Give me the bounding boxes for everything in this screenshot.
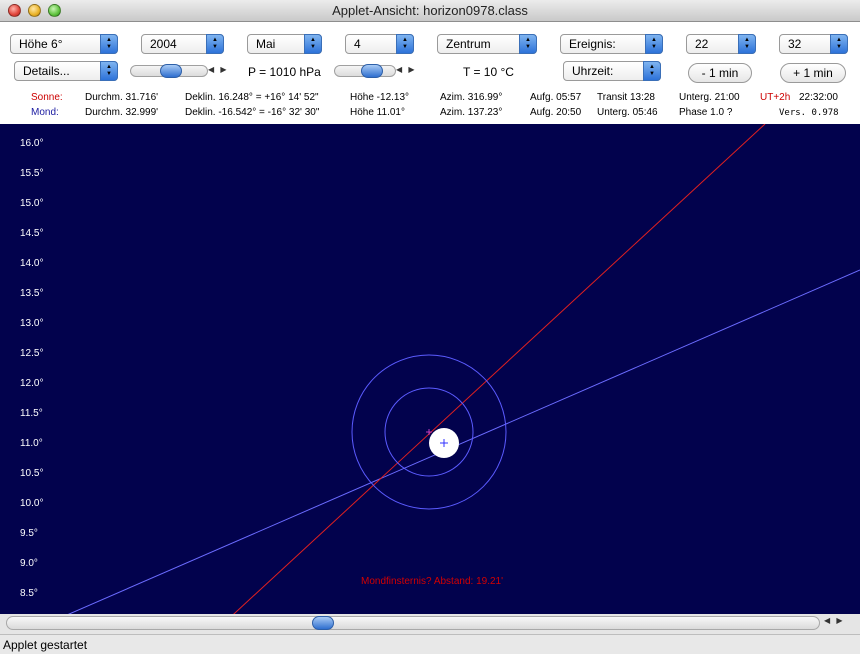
eclipse-message: Mondfinsternis? Abstand: 19.21'	[361, 576, 504, 587]
details-select[interactable]: Details... ▲ ▼	[14, 61, 118, 81]
sun-diameter: Durchm. 31.716'	[85, 92, 159, 103]
status-bar: Applet gestartet	[0, 634, 860, 654]
scrollbar-track[interactable]	[6, 616, 820, 630]
sky-view: 16.0° 15.5° 15.0° 14.5° 14.0° 13.5° 13.0…	[0, 124, 860, 614]
moon-phase: Phase 1.0 ?	[679, 107, 733, 118]
chevron-updown-icon: ▲ ▼	[643, 61, 661, 81]
window-title: Applet-Ansicht: horizon0978.class	[332, 3, 528, 18]
y-axis-label: 13.5°	[20, 288, 44, 299]
y-axis-label: 13.0°	[20, 318, 44, 329]
y-axis-label: 12.0°	[20, 378, 44, 389]
moon-altitude: Höhe 11.01°	[350, 107, 405, 118]
moon-diameter: Durchm. 32.999'	[85, 107, 159, 118]
y-axis-label: 15.5°	[20, 168, 44, 179]
hour-select[interactable]: 22 ▲ ▼	[686, 34, 756, 54]
temperature-slider[interactable]: ◀ ▶	[334, 63, 426, 79]
y-axis-label: 10.5°	[20, 468, 44, 479]
day-select-value: 4	[354, 37, 361, 51]
equator-line	[233, 124, 766, 614]
minute-select[interactable]: 32 ▲ ▼	[779, 34, 848, 54]
moon-label: Mond:	[31, 107, 59, 118]
event-select-value: Ereignis:	[569, 37, 616, 51]
day-select[interactable]: 4 ▲ ▼	[345, 34, 414, 54]
chevron-updown-icon: ▲ ▼	[830, 34, 848, 54]
moon-set: Unterg. 05:46	[597, 107, 658, 118]
y-axis-label: 9.0°	[20, 558, 38, 569]
chevron-updown-icon: ▲ ▼	[100, 34, 118, 54]
y-axis-label: 15.0°	[20, 198, 44, 209]
view-select-value: Zentrum	[446, 37, 491, 51]
scrollbar-thumb[interactable]	[312, 616, 334, 630]
plus-minute-button[interactable]: + 1 min	[780, 63, 846, 83]
y-axis-label: 9.5°	[20, 528, 38, 539]
control-panel: Höhe 6° ▲ ▼ 2004 ▲ ▼ Mai ▲ ▼ 4 ▲ ▼ Zentrum ▲…	[0, 22, 860, 124]
y-axis-label: 10.0°	[20, 498, 44, 509]
chevron-updown-icon: ▲ ▼	[645, 34, 663, 54]
moon-azimuth: Azim. 137.23°	[440, 107, 503, 118]
horizontal-scrollbar[interactable]: ◀ ▶	[0, 614, 860, 634]
timezone-label: UT+2h	[760, 92, 791, 103]
sun-altitude: Höhe -12.13°	[350, 92, 410, 103]
temperature-slider-thumb[interactable]	[361, 64, 383, 78]
y-axis-label: 11.5°	[20, 408, 43, 419]
temperature-slider-arrows[interactable]: ◀ ▶	[396, 65, 417, 74]
moon-rise: Aufg. 20:50	[530, 107, 582, 118]
year-select-value: 2004	[150, 37, 177, 51]
pressure-slider-arrows[interactable]: ◀ ▶	[208, 65, 229, 74]
sky-canvas	[67, 124, 860, 614]
minus-minute-button[interactable]: - 1 min	[688, 63, 752, 83]
shadow-center-marker	[426, 429, 432, 435]
pressure-slider-thumb[interactable]	[160, 64, 182, 78]
current-time: 22:32:00	[799, 92, 838, 103]
pressure-slider[interactable]: ◀ ▶	[130, 63, 238, 79]
sun-declination: Deklin. 16.248° = +16° 14' 52"	[185, 92, 319, 103]
chevron-updown-icon: ▲ ▼	[519, 34, 537, 54]
chevron-updown-icon: ▲ ▼	[738, 34, 756, 54]
sun-azimuth: Azim. 316.99°	[440, 92, 503, 103]
sun-transit: Transit 13:28	[597, 92, 655, 103]
altitude-select[interactable]: Höhe 6° ▲ ▼	[10, 34, 118, 54]
month-select-value: Mai	[256, 37, 276, 51]
status-text: Applet gestartet	[3, 638, 88, 652]
temperature-value: T = 10 °C	[463, 65, 514, 79]
sun-rise: Aufg. 05:57	[530, 92, 582, 103]
altitude-select-value: Höhe 6°	[19, 37, 63, 51]
clock-select[interactable]: Uhrzeit: ▲ ▼	[563, 61, 661, 81]
chevron-updown-icon: ▲ ▼	[396, 34, 414, 54]
version-label: Vers. 0.978	[779, 108, 839, 118]
y-axis-label: 12.5°	[20, 348, 44, 359]
y-axis-label: 14.0°	[20, 258, 44, 269]
chevron-updown-icon: ▲ ▼	[100, 61, 118, 81]
details-select-value: Details...	[23, 64, 70, 78]
hour-select-value: 22	[695, 37, 709, 51]
chevron-updown-icon: ▲ ▼	[304, 34, 322, 54]
title-bar: Applet-Ansicht: horizon0978.class	[0, 0, 860, 22]
sun-label: Sonne:	[31, 92, 63, 103]
scrollbar-arrows[interactable]: ◀ ▶	[824, 616, 845, 625]
sun-set: Unterg. 21:00	[679, 92, 740, 103]
y-axis-label: 8.5°	[20, 588, 38, 599]
minute-select-value: 32	[788, 37, 802, 51]
event-select[interactable]: Ereignis: ▲ ▼	[560, 34, 663, 54]
pressure-value: P = 1010 hPa	[248, 65, 321, 79]
y-axis-label: 14.5°	[20, 228, 44, 239]
moon-declination: Deklin. -16.542° = -16° 32' 30"	[185, 107, 320, 118]
view-select[interactable]: Zentrum ▲ ▼	[437, 34, 537, 54]
chevron-updown-icon: ▲ ▼	[206, 34, 224, 54]
year-select[interactable]: 2004 ▲ ▼	[141, 34, 224, 54]
clock-select-value: Uhrzeit:	[572, 64, 614, 78]
y-axis-label: 11.0°	[20, 438, 43, 449]
ecliptic-line	[67, 269, 860, 614]
y-axis-label: 16.0°	[20, 138, 44, 149]
month-select[interactable]: Mai ▲ ▼	[247, 34, 322, 54]
